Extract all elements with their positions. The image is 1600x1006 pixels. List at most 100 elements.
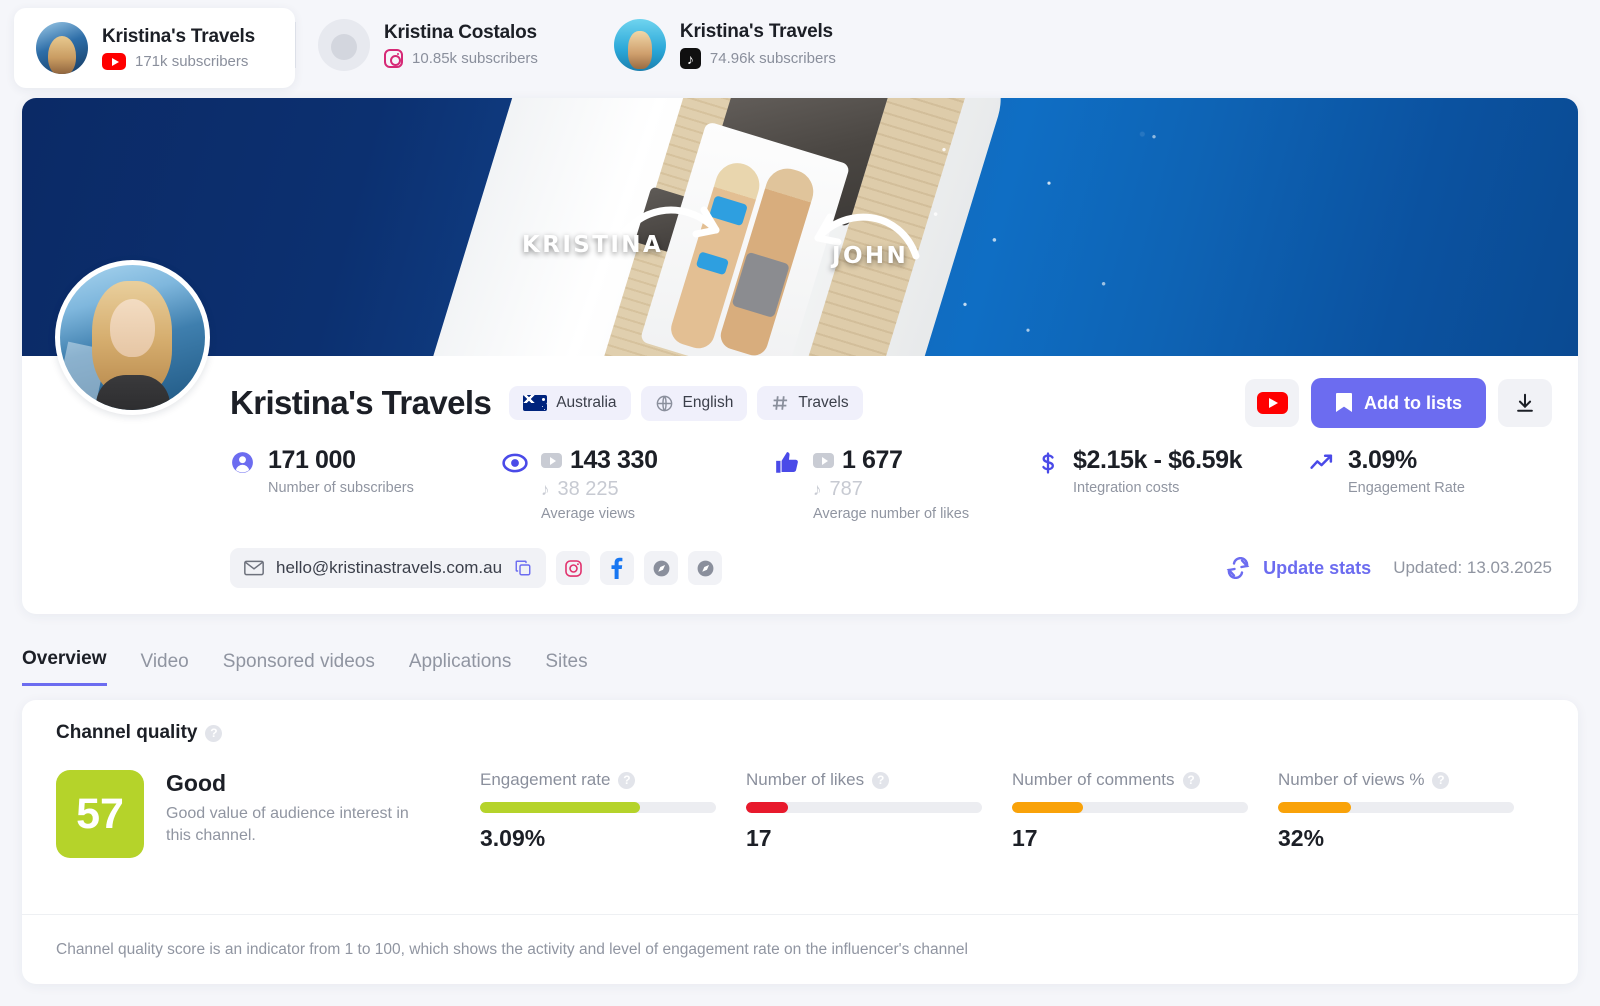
stat-value: 1 677: [813, 446, 969, 475]
youtube-icon: [813, 453, 834, 468]
compass-icon: [697, 560, 713, 576]
account-subscribers: 74.96k subscribers: [709, 50, 836, 67]
banner-label-right: JOHN: [832, 243, 909, 269]
channel-quality-body: 57 Good Good value of audience interest …: [22, 744, 1578, 858]
metric-number-of-views: Number of views % ? 32%: [1278, 770, 1544, 852]
metric-progress-bar: [1012, 802, 1248, 813]
metric-value: 17: [1012, 825, 1038, 851]
identity-row: Kristina's Travels Australia English Tra…: [22, 356, 1578, 428]
channel-banner: KRISTINA JOHN: [22, 98, 1578, 356]
updated-timestamp: Updated: 13.03.2025: [1393, 558, 1552, 577]
metric-progress-fill: [1012, 802, 1083, 813]
metric-progress-fill: [746, 802, 789, 813]
stat-caption: Engagement Rate: [1348, 480, 1465, 496]
metric-number-of-likes: Number of likes ? 17: [746, 770, 1012, 852]
tab-sponsored-videos[interactable]: Sponsored videos: [223, 651, 375, 686]
trending-up-icon: [1308, 450, 1335, 480]
contacts-row: hello@kristinastravels.com.au Update sta…: [22, 522, 1578, 614]
update-area: Update stats Updated: 13.03.2025: [1225, 557, 1552, 579]
hash-icon: [773, 396, 788, 410]
channel-avatar[interactable]: [55, 260, 210, 415]
metric-label: Engagement rate: [480, 770, 611, 789]
chip-topic[interactable]: Travels: [757, 386, 863, 420]
quality-score-badge: 57: [56, 770, 144, 858]
tab-overview[interactable]: Overview: [22, 648, 107, 686]
instagram-icon: [384, 49, 404, 68]
copy-icon[interactable]: [514, 559, 532, 577]
chip-label: Australia: [556, 394, 617, 411]
stat-average-views: 143 330 ♪ 38 225 Average views: [502, 446, 774, 522]
metric-value: 32%: [1278, 825, 1325, 851]
eye-icon: [502, 450, 528, 481]
mail-icon: [244, 560, 264, 576]
account-tab-tiktok[interactable]: Kristina's Travels ♪ 74.96k subscribers: [592, 0, 862, 90]
stat-caption: Integration costs: [1073, 480, 1180, 496]
metric-engagement-rate: Engagement rate ? 3.09%: [480, 770, 746, 852]
tab-applications[interactable]: Applications: [409, 651, 511, 686]
account-name: Kristina's Travels: [102, 26, 256, 47]
globe-icon: [656, 395, 672, 411]
help-icon[interactable]: ?: [1182, 771, 1200, 789]
help-icon[interactable]: ?: [618, 771, 636, 789]
metric-progress-bar: [1278, 802, 1514, 813]
flag-au-icon: [523, 395, 548, 411]
metric-progress-fill: [1278, 802, 1352, 813]
stat-value: $2.15k - $6.59k: [1073, 446, 1243, 475]
tiktok-icon: ♪: [679, 48, 701, 69]
download-button[interactable]: [1498, 379, 1552, 427]
stat-secondary: ♪ 787: [813, 478, 969, 501]
email-pill[interactable]: hello@kristinastravels.com.au: [230, 548, 547, 588]
social-instagram-button[interactable]: [556, 551, 591, 585]
download-icon: [1517, 393, 1533, 412]
account-tab-youtube[interactable]: Kristina's Travels 171k subscribers: [14, 8, 296, 88]
stat-caption: Number of subscribers: [268, 480, 414, 496]
stat-engagement-rate: 3.09% Engagement Rate: [1308, 446, 1465, 522]
quality-description: Good value of audience interest in this …: [166, 805, 409, 844]
chip-language[interactable]: English: [640, 385, 748, 421]
metric-progress-bar: [480, 802, 716, 813]
stat-number: 171 000: [268, 446, 356, 474]
stat-subscribers: 171 000 Number of subscribers: [230, 446, 502, 522]
help-icon[interactable]: ?: [872, 771, 890, 789]
stat-value: 3.09%: [1348, 446, 1465, 475]
stat-number: 1 677: [842, 446, 903, 474]
chip-label: English: [682, 394, 734, 411]
metric-label: Number of likes: [746, 770, 865, 789]
quality-note: Channel quality score is an indicator fr…: [22, 914, 1578, 984]
social-link-button-1[interactable]: [644, 551, 679, 585]
tiktok-icon: ♪: [541, 480, 550, 499]
banner-label-left: KRISTINA: [522, 232, 664, 258]
add-to-lists-button[interactable]: Add to lists: [1311, 378, 1486, 428]
stat-secondary: ♪ 38 225: [541, 478, 658, 501]
chip-label: Travels: [798, 394, 849, 411]
youtube-link-button[interactable]: [1245, 379, 1299, 427]
facebook-icon: [611, 557, 623, 579]
stat-secondary-number: 38 225: [557, 478, 619, 500]
metric-number-of-comments: Number of comments ? 17: [1012, 770, 1278, 852]
help-icon[interactable]: ?: [1432, 771, 1450, 789]
account-tab-instagram[interactable]: Kristina Costalos 10.85k subscribers: [296, 0, 564, 90]
metric-label: Number of views %: [1278, 770, 1425, 789]
section-title: Channel quality: [56, 722, 198, 743]
refresh-icon: [1226, 557, 1250, 579]
stat-caption: Average number of likes: [813, 506, 970, 522]
tab-video[interactable]: Video: [141, 651, 189, 686]
social-link-button-2[interactable]: [688, 551, 723, 585]
help-icon[interactable]: ?: [205, 724, 223, 742]
avatar: [318, 19, 371, 71]
metric-value: 17: [746, 825, 772, 851]
stat-value: 143 330: [541, 446, 658, 475]
stat-average-likes: 1 677 ♪ 787 Average number of likes: [774, 446, 1036, 522]
quality-grade: Good: [166, 770, 227, 796]
dollar-icon: [1036, 450, 1060, 481]
social-facebook-button[interactable]: [600, 551, 635, 585]
profile-actions: Add to lists: [1245, 378, 1552, 428]
profile-card: KRISTINA JOHN Kristina's Travels Austral…: [22, 98, 1578, 614]
account-subscribers: 10.85k subscribers: [412, 50, 538, 67]
metric-label: Number of comments: [1012, 770, 1175, 789]
tab-sites[interactable]: Sites: [545, 651, 587, 686]
update-stats-button[interactable]: Update stats: [1225, 557, 1371, 579]
channel-quality-card: Channel quality ? 57 Good Good value of …: [22, 700, 1578, 984]
youtube-icon: [102, 53, 126, 70]
chip-country[interactable]: Australia: [509, 386, 631, 420]
